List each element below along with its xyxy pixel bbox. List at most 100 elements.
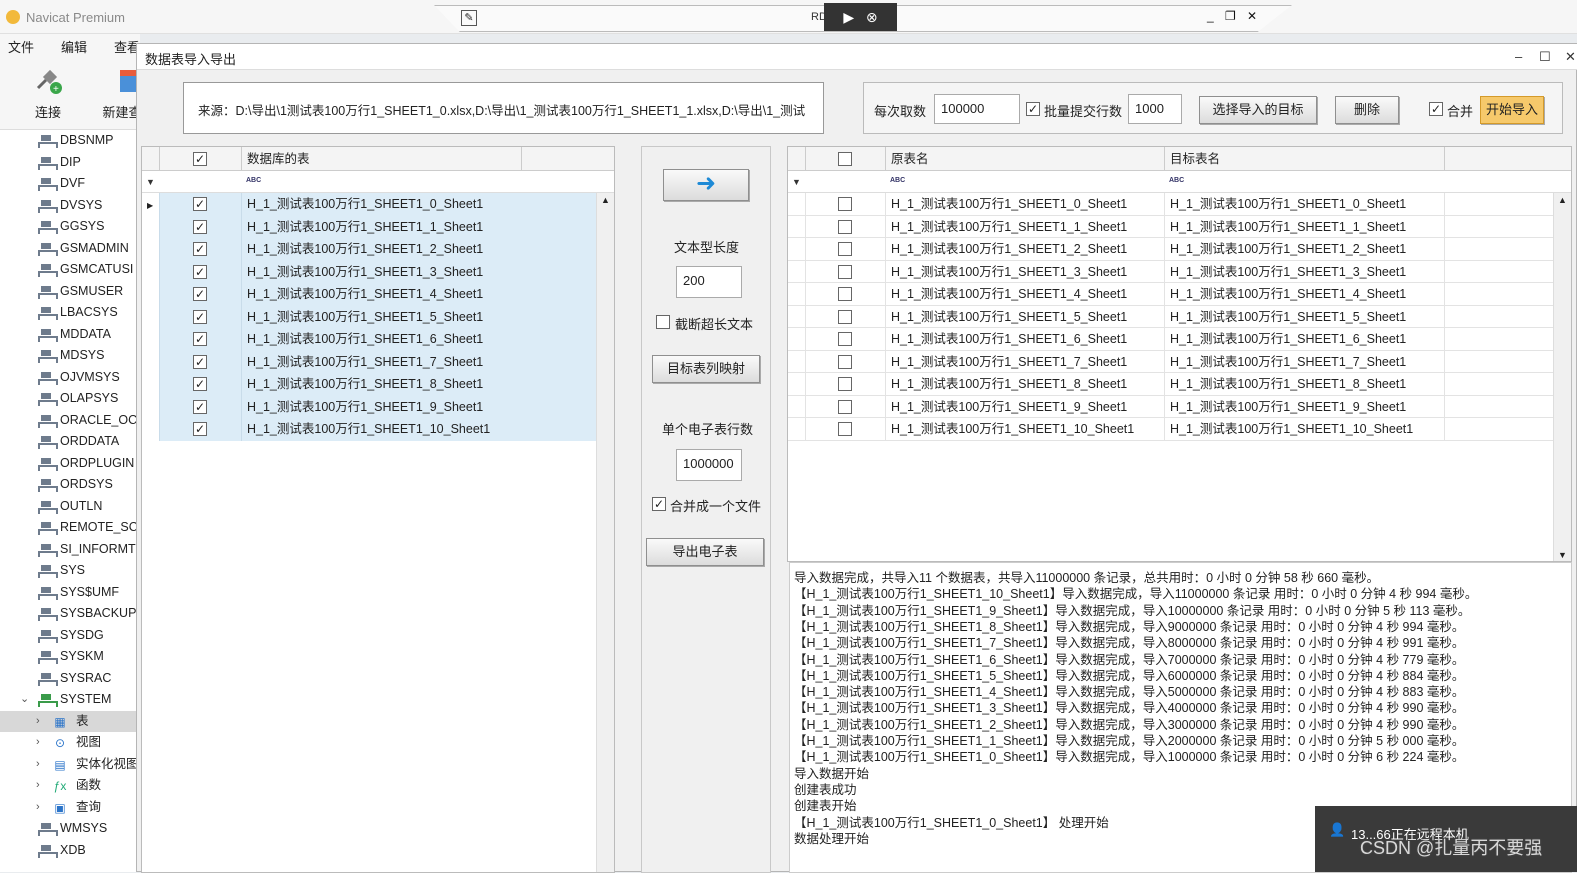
tree-schema-item[interactable]: SYS (0, 560, 136, 582)
tree-schema-item[interactable]: SYS$UMF (0, 582, 136, 604)
tree-schema-item[interactable]: GSMADMIN (0, 238, 136, 260)
source-name-cell[interactable]: H_1_测试表100万行1_SHEET1_7_Sheet1 (886, 350, 1165, 373)
source-name-cell[interactable]: H_1_测试表100万行1_SHEET1_8_Sheet1 (886, 373, 1165, 396)
select-all-checkbox-cell[interactable] (806, 147, 886, 171)
connection-tree[interactable]: DBSNMP DIP DVF DVSYS GGSYS GSMADMIN GSMCATUSI G… (0, 130, 136, 872)
source-name-cell[interactable]: H_1_测试表100万行1_SHEET1_3_Sheet1 (886, 260, 1165, 283)
row-checkbox[interactable] (838, 309, 852, 324)
target-name-cell[interactable]: H_1_测试表100万行1_SHEET1_4_Sheet1 (1165, 283, 1445, 306)
choose-target-button[interactable]: 选择导入的目标 (1199, 96, 1317, 124)
chevron-right-icon[interactable]: › (36, 732, 40, 754)
select-all-checkbox[interactable]: ✓ (193, 152, 207, 166)
row-checkbox[interactable] (838, 197, 852, 211)
tree-schema-item[interactable]: REMOTE_SC (0, 517, 136, 539)
target-name-cell[interactable]: H_1_测试表100万行1_SHEET1_0_Sheet1 (1165, 193, 1445, 216)
tree-schema-item[interactable]: OLAPSYS (0, 388, 136, 410)
text-length-input[interactable]: 200 (676, 266, 742, 298)
source-name-cell[interactable]: H_1_测试表100万行1_SHEET1_0_Sheet1 (886, 193, 1165, 216)
row-checkbox[interactable] (838, 332, 852, 346)
table-row[interactable]: ▶ ✓ H_1_测试表100万行1_SHEET1_0_Sheet1 (142, 193, 614, 216)
tree-schema-item[interactable]: DVF (0, 173, 136, 195)
tree-schema-item[interactable]: DIP (0, 152, 136, 174)
row-checkbox[interactable] (838, 264, 852, 279)
target-name-cell[interactable]: H_1_测试表100万行1_SHEET1_2_Sheet1 (1165, 238, 1445, 261)
tree-schema-item[interactable]: ⌄ SYSTEM (0, 689, 136, 711)
table-row[interactable]: H_1_测试表100万行1_SHEET1_2_Sheet1 H_1_测试表100万… (788, 238, 1571, 261)
connect-button[interactable]: + 连接 (28, 66, 68, 121)
transfer-arrow-button[interactable]: ➜ (663, 169, 749, 201)
filter-icon[interactable]: ▼ (792, 177, 801, 187)
delete-button[interactable]: 删除 (1335, 96, 1399, 124)
scroll-up-icon[interactable]: ▲ (1558, 195, 1567, 205)
table-name-cell[interactable]: H_1_测试表100万行1_SHEET1_0_Sheet1 (242, 193, 597, 216)
menu-edit[interactable]: 编辑 (61, 37, 87, 56)
row-checkbox[interactable] (838, 354, 852, 369)
target-name-cell[interactable]: H_1_测试表100万行1_SHEET1_8_Sheet1 (1165, 373, 1445, 396)
scroll-down-icon[interactable]: ▼ (1558, 550, 1567, 560)
select-all-checkbox[interactable] (838, 152, 852, 166)
tree-schema-item[interactable]: LBACSYS (0, 302, 136, 324)
start-import-button[interactable]: 开始导入 (1480, 96, 1544, 124)
chevron-right-icon[interactable]: › (36, 754, 40, 776)
batch-input[interactable]: 1000 (1128, 94, 1182, 124)
rdp-close-button[interactable]: ✕ (1247, 9, 1257, 23)
tree-schema-item[interactable]: SI_INFORMT (0, 539, 136, 561)
tree-schema-item[interactable]: ORACLE_OC (0, 410, 136, 432)
filter-row[interactable]: ▼ ABC (142, 171, 614, 193)
table-name-cell[interactable]: H_1_测试表100万行1_SHEET1_6_Sheet1 (242, 328, 597, 351)
target-name-cell[interactable]: H_1_测试表100万行1_SHEET1_3_Sheet1 (1165, 260, 1445, 283)
table-row[interactable]: ✓ H_1_测试表100万行1_SHEET1_5_Sheet1 (142, 305, 614, 328)
table-row[interactable]: ✓ H_1_测试表100万行1_SHEET1_6_Sheet1 (142, 328, 614, 351)
column-mapping-button[interactable]: 目标表列映射 (652, 355, 760, 383)
row-checkbox[interactable]: ✓ (193, 287, 207, 301)
rows-per-sheet-input[interactable]: 1000000 (676, 449, 742, 481)
table-name-cell[interactable]: H_1_测试表100万行1_SHEET1_3_Sheet1 (242, 260, 597, 283)
table-row[interactable]: H_1_测试表100万行1_SHEET1_6_Sheet1 H_1_测试表100万… (788, 328, 1571, 351)
row-checkbox[interactable] (838, 287, 852, 301)
merge-checkbox[interactable]: ✓ (1429, 102, 1443, 116)
filter-icon[interactable]: ▼ (146, 177, 155, 187)
table-row[interactable]: H_1_测试表100万行1_SHEET1_4_Sheet1 H_1_测试表100万… (788, 283, 1571, 306)
table-name-cell[interactable]: H_1_测试表100万行1_SHEET1_7_Sheet1 (242, 350, 597, 373)
table-name-cell[interactable]: H_1_测试表100万行1_SHEET1_9_Sheet1 (242, 395, 597, 418)
table-row[interactable]: H_1_测试表100万行1_SHEET1_10_Sheet1 H_1_测试表100… (788, 418, 1571, 441)
source-name-cell[interactable]: H_1_测试表100万行1_SHEET1_10_Sheet1 (886, 418, 1165, 441)
tree-folder-item[interactable]: › ▤ 实体化视图 (0, 754, 136, 776)
chevron-down-icon[interactable]: ⌄ (20, 689, 29, 711)
tree-schema-item[interactable]: GGSYS (0, 216, 136, 238)
close-circle-icon[interactable]: ⊗ (866, 9, 878, 25)
per-fetch-input[interactable]: 100000 (934, 94, 1020, 124)
target-name-cell[interactable]: H_1_测试表100万行1_SHEET1_1_Sheet1 (1165, 215, 1445, 238)
source-name-cell[interactable]: H_1_测试表100万行1_SHEET1_2_Sheet1 (886, 238, 1165, 261)
chevron-right-icon[interactable]: › (36, 797, 40, 819)
table-name-cell[interactable]: H_1_测试表100万行1_SHEET1_10_Sheet1 (242, 418, 597, 441)
tree-schema-item[interactable]: ORDPLUGIN (0, 453, 136, 475)
table-row[interactable]: H_1_测试表100万行1_SHEET1_1_Sheet1 H_1_测试表100万… (788, 215, 1571, 238)
table-row[interactable]: ✓ H_1_测试表100万行1_SHEET1_3_Sheet1 (142, 260, 614, 283)
source-name-cell[interactable]: H_1_测试表100万行1_SHEET1_5_Sheet1 (886, 305, 1165, 328)
source-name-cell[interactable]: H_1_测试表100万行1_SHEET1_9_Sheet1 (886, 395, 1165, 418)
table-row[interactable]: ✓ H_1_测试表100万行1_SHEET1_2_Sheet1 (142, 238, 614, 261)
tree-schema-item[interactable]: DVSYS (0, 195, 136, 217)
table-row[interactable]: ✓ H_1_测试表100万行1_SHEET1_1_Sheet1 (142, 215, 614, 238)
export-sheet-button[interactable]: 导出电子表 (646, 538, 764, 566)
row-checkbox[interactable] (838, 422, 852, 436)
col-target-name[interactable]: 目标表名 (1165, 147, 1445, 171)
row-checkbox[interactable]: ✓ (193, 377, 207, 391)
tree-schema-item[interactable]: WMSYS (0, 818, 136, 840)
table-row[interactable]: H_1_测试表100万行1_SHEET1_0_Sheet1 H_1_测试表100万… (788, 193, 1571, 216)
table-name-cell[interactable]: H_1_测试表100万行1_SHEET1_1_Sheet1 (242, 215, 597, 238)
filter-row[interactable]: ▼ ABC ABC (788, 171, 1571, 193)
tree-folder-item[interactable]: › ƒx 函数 (0, 775, 136, 797)
target-mapping-grid[interactable]: 原表名 目标表名 ▼ ABC ABC H_1_测试表100万行1_SHEET1_… (787, 146, 1572, 562)
table-name-cell[interactable]: H_1_测试表100万行1_SHEET1_8_Sheet1 (242, 373, 597, 396)
tree-folder-item[interactable]: › ▦ 表 (0, 710, 136, 732)
tree-schema-item[interactable]: SYSKM (0, 646, 136, 668)
tree-schema-item[interactable]: SYSBACKUP (0, 603, 136, 625)
table-row[interactable]: ✓ H_1_测试表100万行1_SHEET1_9_Sheet1 (142, 395, 614, 418)
table-row[interactable]: ✓ H_1_测试表100万行1_SHEET1_7_Sheet1 (142, 350, 614, 373)
row-checkbox[interactable]: ✓ (193, 309, 207, 324)
row-checkbox[interactable] (838, 242, 852, 256)
tree-schema-item[interactable]: SYSRAC (0, 668, 136, 690)
table-row[interactable]: H_1_测试表100万行1_SHEET1_9_Sheet1 H_1_测试表100万… (788, 395, 1571, 418)
